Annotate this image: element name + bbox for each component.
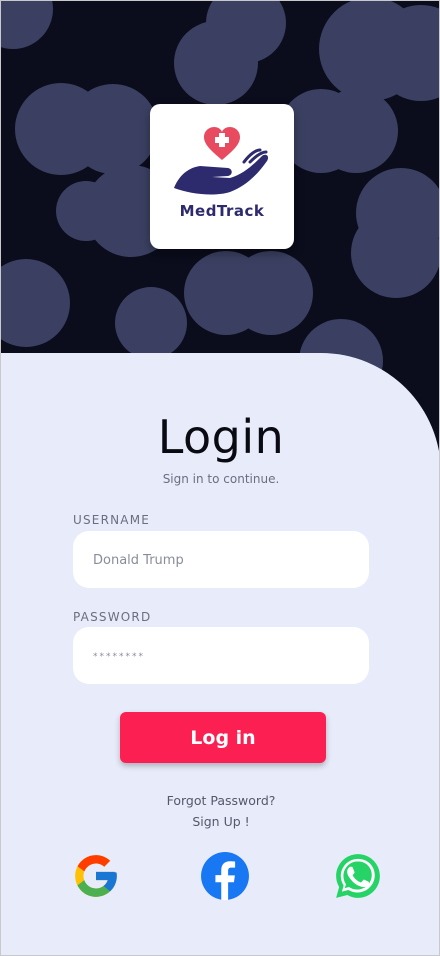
page-subtitle: Sign in to continue. — [162, 472, 280, 486]
forgot-password-link[interactable]: Forgot Password? — [1, 793, 439, 808]
login-button[interactable]: Log in — [120, 712, 326, 763]
sign-up-link[interactable]: Sign Up ! — [1, 814, 439, 829]
whatsapp-icon[interactable] — [333, 851, 383, 901]
facebook-icon[interactable] — [200, 851, 250, 901]
username-input[interactable]: Donald Trump — [73, 531, 369, 588]
username-value: Donald Trump — [93, 553, 184, 568]
hand-heart-icon — [174, 127, 269, 195]
app-logo: MedTrack — [150, 104, 294, 249]
page-title: Login — [157, 410, 285, 464]
login-screen: MedTrack Login Sign in to continue. USER… — [0, 0, 440, 956]
logo-text: MedTrack — [179, 202, 265, 220]
google-icon[interactable] — [71, 851, 121, 901]
username-label: USERNAME — [73, 513, 151, 527]
password-label: PASSWORD — [73, 610, 152, 624]
password-value: ******** — [93, 652, 145, 662]
login-panel: Login Sign in to continue. USERNAME Dona… — [1, 353, 439, 955]
password-input[interactable]: ******** — [73, 627, 369, 684]
